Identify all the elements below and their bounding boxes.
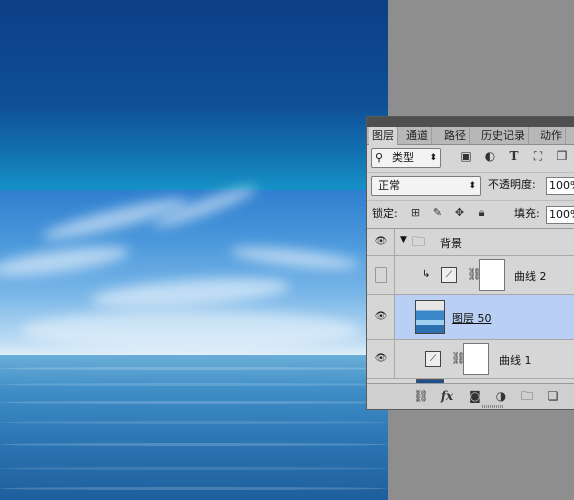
adjustment-layer-icon[interactable]: ◑	[493, 388, 509, 404]
link-layers-icon[interactable]: ⛓︎	[413, 388, 429, 404]
lock-transparency-icon[interactable]: ⊞	[409, 206, 422, 219]
lock-row: 锁定: ⊞ ✎ ✥ 🔒︎ 填充: 100%	[367, 200, 574, 227]
blend-mode-label: 正常	[378, 179, 400, 192]
adjustment-layer-filter-icon[interactable]: ◐	[483, 149, 497, 163]
spinner-arrows-icon: ⬍	[468, 181, 476, 191]
blend-row: 正常 ⬍ 不透明度: 100%	[367, 172, 574, 197]
blend-mode-select[interactable]: 正常 ⬍	[371, 176, 481, 196]
add-mask-icon[interactable]: ◙	[467, 388, 483, 404]
layer-name[interactable]: 曲线 1	[499, 352, 532, 368]
eye-icon[interactable]: 👁︎	[374, 237, 388, 247]
new-group-icon[interactable]: 🗀︎	[519, 388, 535, 404]
curves-adjustment-icon[interactable]: ⟋	[441, 267, 457, 283]
document-canvas[interactable]	[0, 0, 388, 500]
layer-curves-1-row[interactable]: 👁︎ ⟋ ⛓︎ 曲线 1	[367, 340, 574, 379]
lock-brush-icon[interactable]: ✎	[431, 206, 444, 219]
shape-layer-filter-icon[interactable]: ⛶	[531, 149, 545, 163]
filter-row: ⚲ 类型 ⬍ ▣ ◐ T ⛶ ❐	[367, 146, 574, 170]
pixel-layer-filter-icon[interactable]: ▣	[459, 149, 473, 163]
tab-channels[interactable]: 通道	[403, 127, 432, 144]
tab-history[interactable]: 历史记录	[478, 127, 529, 144]
panel-resize-grip[interactable]	[482, 405, 504, 408]
tab-layers[interactable]: 图层	[369, 127, 398, 145]
eye-icon[interactable]: 👁︎	[374, 354, 388, 364]
layer-name[interactable]: 曲线 2	[514, 268, 547, 284]
visibility-column: 👁︎	[367, 295, 395, 339]
hidden-visibility-box[interactable]	[375, 267, 387, 283]
layer-name[interactable]: 图层 50	[452, 310, 492, 326]
lock-all-icon[interactable]: 🔒︎	[475, 206, 488, 219]
eye-icon[interactable]: 👁︎	[374, 312, 388, 322]
filter-type-label: 类型	[392, 151, 414, 164]
panel-tabs: 图层 通道 路径 历史记录 动作	[367, 127, 574, 145]
visibility-column	[367, 256, 395, 294]
sky-photo	[0, 181, 388, 358]
layer-group-row[interactable]: 👁︎ ▼ 🗀︎ 背景	[367, 229, 574, 256]
curves-adjustment-icon[interactable]: ⟋	[425, 351, 441, 367]
layers-list: 👁︎ ▼ 🗀︎ 背景 ↳ ⟋ ⛓︎ 曲线 2 👁︎ 图层 50 👁︎ ⟋ ⛓︎ …	[367, 228, 574, 385]
layer-name[interactable]: 背景	[440, 235, 462, 251]
layers-bottom-bar: ⛓︎ fx ◙ ◑ 🗀︎ ❏	[367, 383, 574, 409]
gradient-band	[0, 0, 388, 190]
layer-50-row[interactable]: 👁︎ 图层 50	[367, 295, 574, 340]
tab-actions[interactable]: 动作	[537, 127, 566, 144]
spinner-arrows-icon: ⬍	[429, 153, 437, 163]
expand-triangle-icon[interactable]: ▼	[400, 235, 407, 245]
lock-position-icon[interactable]: ✥	[453, 206, 466, 219]
opacity-label: 不透明度:	[488, 178, 536, 191]
lock-label: 锁定:	[372, 207, 398, 220]
layer-thumbnail[interactable]	[415, 300, 445, 334]
layer-mask-thumbnail[interactable]	[479, 259, 505, 291]
opacity-input[interactable]: 100%	[546, 177, 574, 195]
clipping-arrow-icon: ↳	[422, 269, 431, 280]
new-layer-icon[interactable]: ❏	[545, 388, 561, 404]
fill-label: 填充:	[514, 207, 540, 220]
layer-mask-thumbnail[interactable]	[463, 343, 489, 375]
fill-input[interactable]: 100%	[546, 206, 574, 224]
filter-type-select[interactable]: ⚲ 类型 ⬍	[371, 148, 441, 168]
search-icon: ⚲	[375, 151, 384, 164]
layers-panel: 图层 通道 路径 历史记录 动作 ⚲ 类型 ⬍ ▣ ◐ T ⛶ ❐ 正常 ⬍ 不…	[366, 116, 574, 410]
sea-photo	[0, 355, 388, 500]
panel-title-bar[interactable]	[367, 117, 574, 127]
layer-curves-2-row[interactable]: ↳ ⟋ ⛓︎ 曲线 2	[367, 256, 574, 295]
fx-icon[interactable]: fx	[439, 388, 455, 404]
tab-paths[interactable]: 路径	[441, 127, 470, 144]
visibility-column: 👁︎	[367, 340, 395, 378]
folder-icon: 🗀︎	[412, 235, 426, 250]
visibility-column: 👁︎	[367, 229, 395, 255]
smart-object-filter-icon[interactable]: ❐	[555, 149, 569, 163]
type-layer-filter-icon[interactable]: T	[507, 149, 521, 163]
